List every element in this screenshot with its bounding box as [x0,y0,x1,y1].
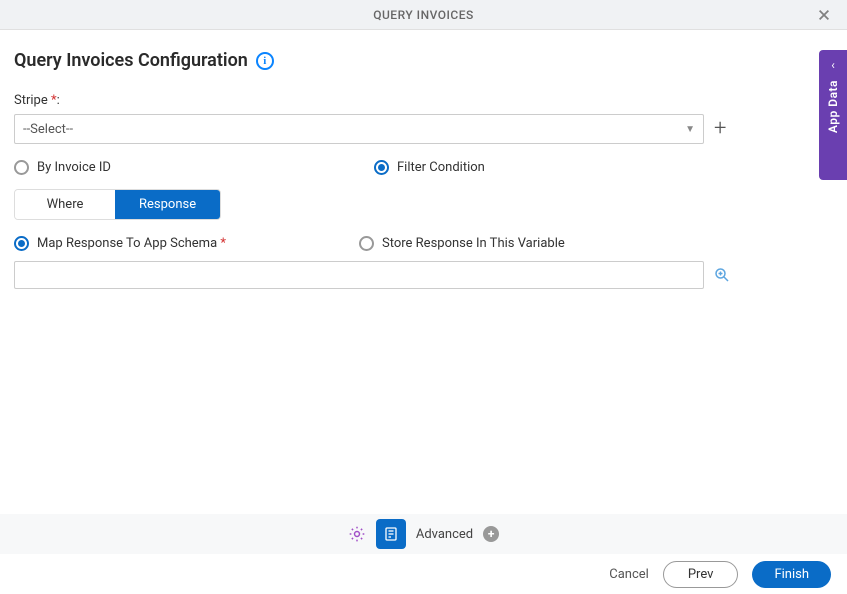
chevron-down-icon: ▼ [685,124,695,135]
radio-by-invoice-id-label: By Invoice ID [37,160,111,175]
stripe-select-value: --Select-- [23,122,73,137]
modal-title: QUERY INVOICES [373,8,474,22]
radio-store-variable-label: Store Response In This Variable [382,236,565,251]
radio-filter-condition-group[interactable]: Filter Condition [374,160,485,175]
advanced-plus-button[interactable]: + [483,526,499,542]
radio-filter-condition[interactable] [374,160,389,175]
schema-input[interactable] [14,261,704,289]
close-button[interactable] [815,6,833,24]
tab-response[interactable]: Response [115,190,220,219]
footer-buttons: Cancel Prev Finish [0,554,847,594]
document-icon[interactable] [376,519,406,549]
advanced-label: Advanced [416,527,473,542]
chevron-left-icon: ‹ [831,58,835,72]
cancel-button[interactable]: Cancel [609,567,649,582]
schema-input-row [14,261,833,289]
page-title-row: Query Invoices Configuration i [14,50,833,71]
radio-store-variable[interactable] [359,236,374,251]
gear-icon[interactable] [348,525,366,543]
bottom-toolbar: Advanced + [0,514,847,554]
radio-by-invoice-id[interactable] [14,160,29,175]
app-data-side-panel[interactable]: ‹ App Data [819,50,847,180]
tab-group: Where Response [14,189,221,220]
search-plus-icon[interactable] [714,267,730,283]
content-area: Query Invoices Configuration i Stripe *:… [0,30,847,514]
query-mode-row: By Invoice ID Filter Condition [14,160,833,175]
radio-map-schema-label: Map Response To App Schema * [37,236,226,251]
modal-header: QUERY INVOICES [0,0,847,30]
add-stripe-button[interactable]: + [714,118,726,140]
radio-store-variable-group[interactable]: Store Response In This Variable [359,236,565,251]
response-mode-row: Map Response To App Schema * Store Respo… [14,236,833,251]
radio-map-schema[interactable] [14,236,29,251]
radio-map-schema-group[interactable]: Map Response To App Schema * [14,236,359,251]
page-title: Query Invoices Configuration [14,50,248,71]
radio-by-invoice-id-group[interactable]: By Invoice ID [14,160,374,175]
info-icon[interactable]: i [256,52,274,70]
prev-button[interactable]: Prev [663,561,739,588]
finish-button[interactable]: Finish [752,561,831,588]
doc-svg-icon [383,526,399,542]
stripe-select[interactable]: --Select-- ▼ [14,114,704,144]
stripe-select-row: --Select-- ▼ + [14,114,833,144]
side-panel-label: App Data [826,80,840,133]
close-icon [817,8,831,22]
tab-where[interactable]: Where [15,190,115,219]
stripe-label: Stripe *: [14,93,60,108]
radio-filter-condition-label: Filter Condition [397,160,485,175]
